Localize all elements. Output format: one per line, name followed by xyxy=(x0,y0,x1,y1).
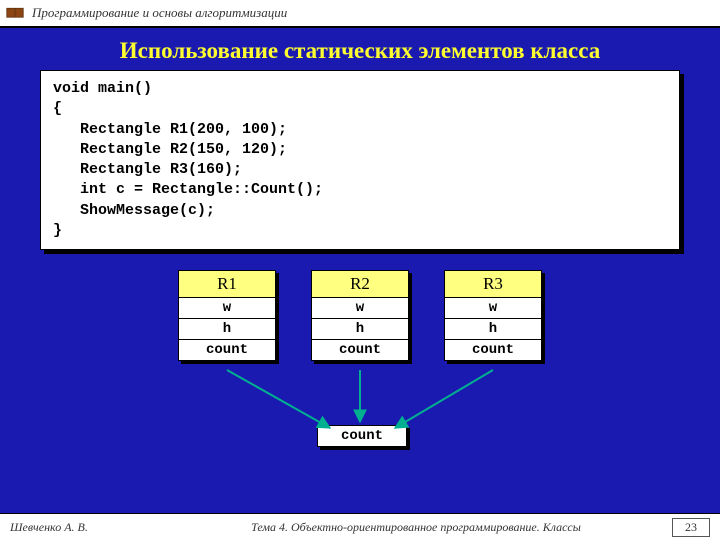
code-text: void main() { Rectangle R1(200, 100); Re… xyxy=(40,70,680,250)
object-field: w xyxy=(445,298,541,319)
object-field: count xyxy=(179,340,275,360)
footer-bar: Шевченко А. В. Тема 4. Объектно-ориентир… xyxy=(0,513,720,540)
footer-author: Шевченко А. В. xyxy=(10,520,160,535)
object-r3: R3 w h count xyxy=(444,270,542,361)
object-diagram: R1 w h count R2 w h count R3 w h count xyxy=(0,270,720,490)
object-r1: R1 w h count xyxy=(178,270,276,361)
object-title: R2 xyxy=(312,271,408,298)
object-title: R1 xyxy=(179,271,275,298)
slide-body: Использование статических элементов клас… xyxy=(0,28,720,514)
slide-title: Использование статических элементов клас… xyxy=(0,28,720,70)
course-title: Программирование и основы алгоритмизации xyxy=(32,5,287,21)
object-field: h xyxy=(312,319,408,340)
code-block: void main() { Rectangle R1(200, 100); Re… xyxy=(40,70,680,250)
object-title: R3 xyxy=(445,271,541,298)
footer-page-number: 23 xyxy=(672,518,710,537)
object-field: count xyxy=(312,340,408,360)
object-field: w xyxy=(312,298,408,319)
object-field: h xyxy=(179,319,275,340)
shared-count-box: count xyxy=(317,425,407,447)
shared-count-label: count xyxy=(318,426,406,446)
object-field: w xyxy=(179,298,275,319)
object-field: h xyxy=(445,319,541,340)
object-field: count xyxy=(445,340,541,360)
object-r2: R2 w h count xyxy=(311,270,409,361)
top-bar: Программирование и основы алгоритмизации xyxy=(0,0,720,28)
footer-topic: Тема 4. Объектно-ориентированное програм… xyxy=(160,520,672,535)
book-icon xyxy=(6,6,24,20)
